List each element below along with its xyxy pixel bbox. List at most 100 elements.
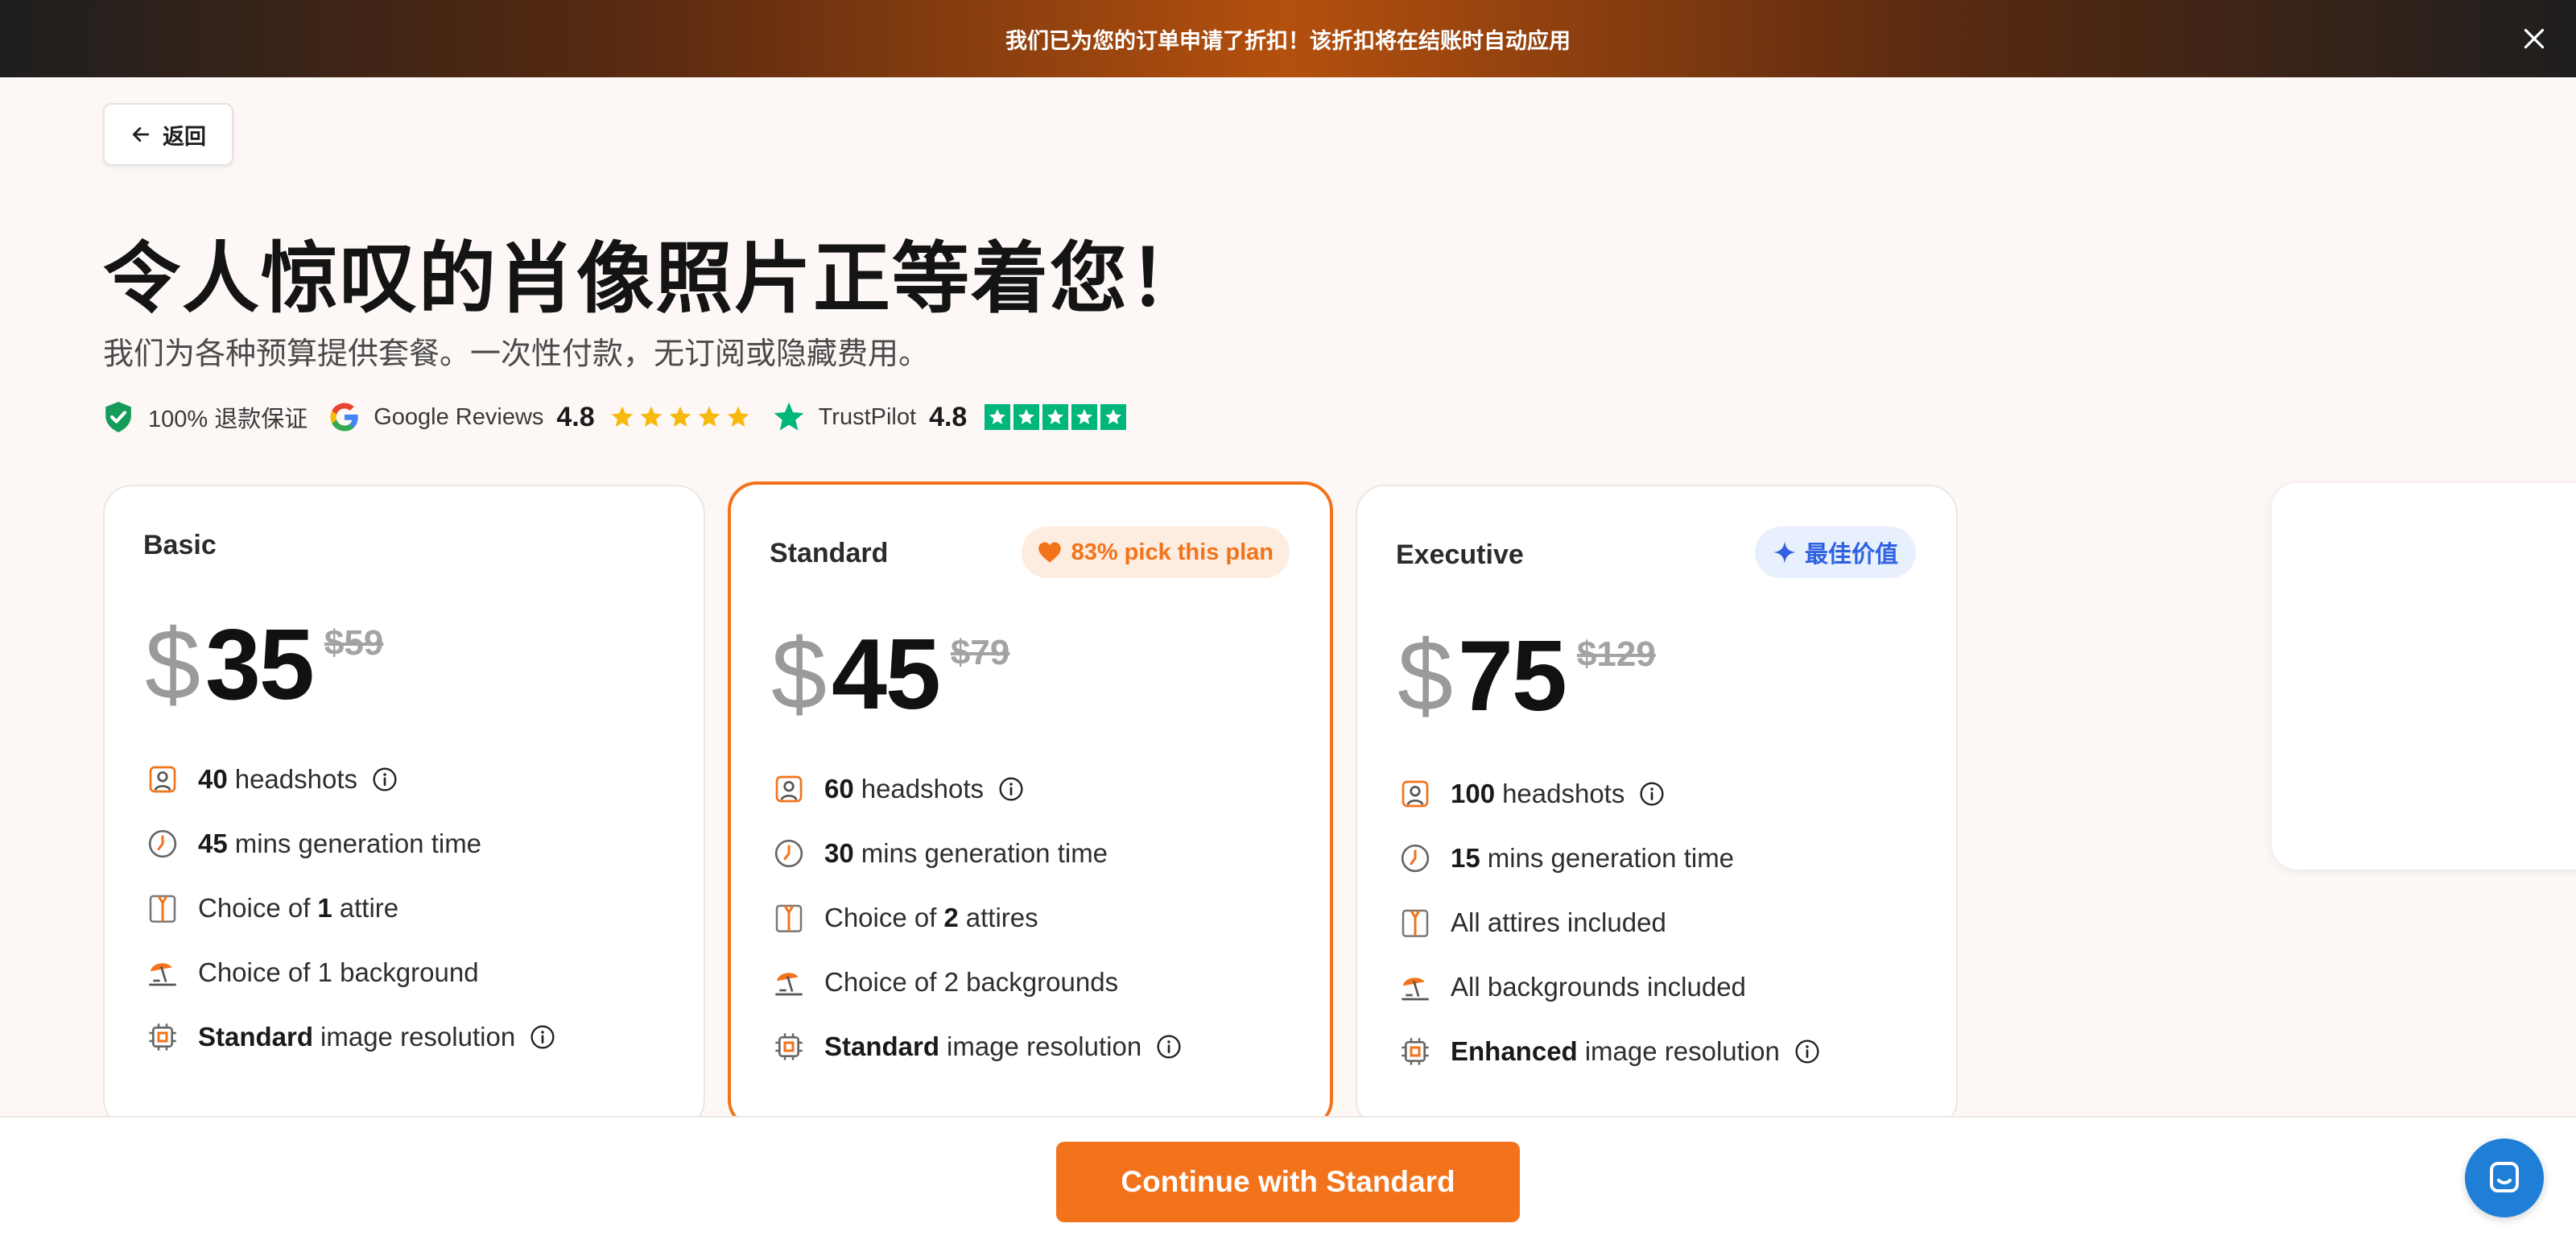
plan-name: Basic bbox=[143, 530, 217, 560]
clock-icon bbox=[774, 839, 803, 868]
plan-card-partial[interactable] bbox=[2272, 483, 2576, 870]
feature-text: image resolution bbox=[1584, 1036, 1780, 1066]
feature-resolution: Standard image resolution bbox=[773, 1015, 1182, 1079]
money-back-guarantee: 100% 退款保证 bbox=[103, 400, 308, 434]
feature-text: image resolution bbox=[320, 1022, 516, 1052]
trustpilot-star-icon bbox=[774, 402, 804, 431]
popular-badge: 83% pick this plan bbox=[1021, 527, 1290, 578]
feature-text: attire bbox=[339, 893, 399, 923]
feature-pre: Choice of bbox=[198, 893, 311, 923]
plan-card-standard[interactable]: Standard 83% pick this plan $ 45 $79 60 … bbox=[728, 481, 1333, 1129]
portrait-icon bbox=[775, 775, 803, 803]
beach-umbrella-icon bbox=[1402, 977, 1429, 1001]
close-icon[interactable] bbox=[2520, 24, 2549, 53]
continue-button[interactable]: Continue with Standard bbox=[1056, 1142, 1520, 1222]
star-icon bbox=[669, 406, 691, 427]
heart-icon bbox=[1038, 542, 1061, 563]
feature-text: mins generation time bbox=[234, 829, 482, 858]
feature-value: 15 bbox=[1451, 843, 1480, 873]
chat-button[interactable] bbox=[2465, 1138, 2544, 1217]
price-row: $ 75 $129 bbox=[1397, 626, 1656, 726]
clock-icon bbox=[1401, 844, 1430, 873]
info-icon[interactable] bbox=[1639, 781, 1665, 807]
feature-headshots: 60 headshots bbox=[773, 757, 1182, 821]
star-icon bbox=[698, 406, 720, 427]
feature-background: Choice of 1 background bbox=[147, 940, 555, 1005]
feature-attire: Choice of 2 attires bbox=[773, 886, 1182, 950]
banner-text: 我们已为您的订单申请了折扣！该折扣将在结账时自动应用 bbox=[1005, 28, 1571, 53]
feature-text: headshots bbox=[861, 774, 985, 804]
price: 75 bbox=[1457, 621, 1567, 732]
feature-value: 2 bbox=[943, 903, 959, 932]
currency-symbol: $ bbox=[771, 619, 827, 730]
feature-generation-time: 30 mins generation time bbox=[773, 821, 1182, 886]
feature-list: 100 headshots 15 mins generation time Al… bbox=[1399, 762, 1820, 1084]
portrait-icon bbox=[149, 766, 176, 793]
price: 35 bbox=[204, 610, 315, 721]
best-value-badge: 最佳价值 bbox=[1754, 527, 1916, 578]
feature-text: mins generation time bbox=[1487, 843, 1735, 873]
star-icon bbox=[1071, 404, 1098, 430]
price: 45 bbox=[831, 619, 941, 730]
feature-background: All backgrounds included bbox=[1399, 955, 1820, 1019]
feature-value: 100 bbox=[1451, 779, 1496, 808]
trustpilot-stars bbox=[985, 404, 1127, 430]
star-icon bbox=[727, 406, 749, 427]
arrow-left-icon bbox=[132, 127, 150, 142]
plan-card-executive[interactable]: Executive 最佳价值 $ 75 $129 100 headshots 1… bbox=[1356, 485, 1958, 1129]
original-price: $59 bbox=[324, 623, 384, 663]
sparkle-icon bbox=[1773, 541, 1796, 564]
shield-check-icon bbox=[105, 402, 131, 432]
back-label: 返回 bbox=[163, 124, 206, 149]
shirt-icon bbox=[1402, 909, 1429, 937]
feature-text: headshots bbox=[1502, 779, 1625, 808]
feature-pre: Choice of bbox=[824, 903, 937, 932]
shirt-icon bbox=[775, 904, 803, 932]
google-rating: 4.8 bbox=[556, 401, 595, 432]
portrait-icon bbox=[1402, 780, 1429, 808]
star-icon bbox=[611, 406, 633, 427]
currency-symbol: $ bbox=[145, 610, 200, 721]
feature-value: 40 bbox=[198, 764, 228, 794]
guarantee-text: 100% 退款保证 bbox=[148, 407, 308, 432]
chip-icon bbox=[1402, 1038, 1429, 1065]
feature-generation-time: 45 mins generation time bbox=[147, 812, 555, 876]
info-icon[interactable] bbox=[998, 776, 1024, 802]
feature-attire: Choice of 1 attire bbox=[147, 876, 555, 940]
feature-headshots: 40 headshots bbox=[147, 747, 555, 812]
badge-text: 83% pick this plan bbox=[1071, 539, 1274, 565]
shirt-icon bbox=[149, 895, 176, 923]
info-icon[interactable] bbox=[1794, 1039, 1820, 1064]
feature-headshots: 100 headshots bbox=[1399, 762, 1820, 826]
original-price: $129 bbox=[1576, 634, 1656, 674]
feature-value: 30 bbox=[824, 838, 854, 868]
plan-card-basic[interactable]: Basic $ 35 $59 40 headshots 45 mins gene… bbox=[103, 485, 705, 1129]
feature-text: image resolution bbox=[947, 1031, 1142, 1061]
trustpilot-rating: 4.8 bbox=[929, 401, 968, 432]
star-icon bbox=[985, 404, 1011, 430]
feature-list: 40 headshots 45 mins generation time Cho… bbox=[147, 747, 555, 1069]
plan-name: Standard bbox=[770, 538, 889, 568]
info-icon[interactable] bbox=[1156, 1034, 1182, 1060]
google-stars bbox=[609, 404, 751, 430]
google-reviews[interactable]: Google Reviews 4.8 bbox=[328, 401, 750, 433]
feature-text: All attires included bbox=[1451, 907, 1666, 937]
feature-attire: All attires included bbox=[1399, 891, 1820, 955]
back-button[interactable]: 返回 bbox=[103, 103, 233, 166]
info-icon[interactable] bbox=[530, 1024, 555, 1050]
badge-text: 最佳价值 bbox=[1804, 542, 1898, 568]
plan-name: Executive bbox=[1396, 539, 1524, 570]
feature-text: attires bbox=[965, 903, 1038, 932]
feature-text: Choice of 1 background bbox=[198, 957, 479, 987]
feature-value: Enhanced bbox=[1451, 1036, 1578, 1066]
feature-text: All backgrounds included bbox=[1451, 972, 1746, 1002]
feature-value: Standard bbox=[198, 1022, 314, 1052]
beach-umbrella-icon bbox=[149, 963, 176, 986]
feature-resolution: Enhanced image resolution bbox=[1399, 1019, 1820, 1084]
info-icon[interactable] bbox=[372, 767, 398, 792]
trustpilot-reviews[interactable]: TrustPilot 4.8 bbox=[772, 400, 1127, 434]
trust-row: 100% 退款保证 Google Reviews 4.8 TrustPilot … bbox=[103, 395, 1127, 440]
google-reviews-label: Google Reviews bbox=[374, 403, 544, 430]
price-row: $ 35 $59 bbox=[145, 615, 383, 715]
currency-symbol: $ bbox=[1397, 621, 1453, 732]
